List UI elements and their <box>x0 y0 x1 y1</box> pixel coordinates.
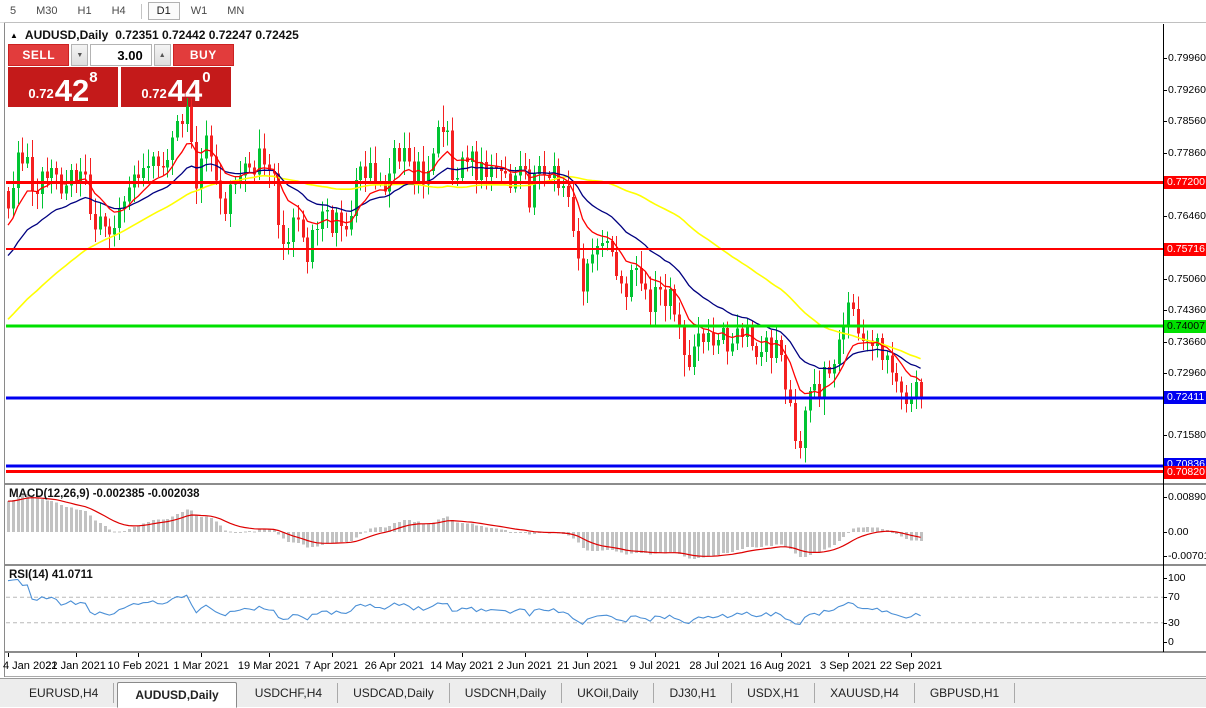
price-tick-mark <box>1163 279 1167 280</box>
dateaxis-bottom-border <box>5 676 1206 677</box>
date-tick-mark <box>655 653 656 657</box>
price-tick-label: 0.74360 <box>1168 304 1206 316</box>
price-tag-0.72411[interactable]: 0.72411 <box>1164 391 1206 404</box>
price-tick-label: 0.79260 <box>1168 84 1206 96</box>
price-tick-label: 0.77860 <box>1168 147 1206 159</box>
price-macd-divider[interactable] <box>5 483 1206 485</box>
date-tick-mark <box>718 653 719 657</box>
date-tick-label: 22 Sep 2021 <box>866 660 956 672</box>
hline-0.70820[interactable] <box>6 470 1163 473</box>
chart-window-top-border <box>4 22 1206 23</box>
chart-tab-usdx-h1[interactable]: USDX,H1 <box>732 683 815 703</box>
rsi-tick-label: 70 <box>1168 591 1180 603</box>
macd-rsi-divider[interactable] <box>5 564 1206 566</box>
timeframe-button-h1[interactable]: H1 <box>69 2 101 20</box>
price-tag-0.75716[interactable]: 0.75716 <box>1164 243 1206 256</box>
timeframe-toolbar: 5M30H1H4 D1W1MN <box>0 0 1206 23</box>
price-tag-0.77200[interactable]: 0.77200 <box>1164 176 1206 189</box>
price-tick-label: 0.73660 <box>1168 336 1206 348</box>
rsi-tick-label: 0 <box>1168 636 1174 648</box>
chart-tab-xauusd-h4[interactable]: XAUUSD,H4 <box>815 683 915 703</box>
chart-tab-audusd-daily[interactable]: AUDUSD,Daily <box>117 682 236 708</box>
price-tick-mark <box>1163 373 1167 374</box>
macd-tick-label: 0.00890 <box>1168 491 1206 503</box>
price-tick-mark <box>1163 342 1167 343</box>
mt4-terminal: { "toolbar": { "timeframes_left": ["5","… <box>0 0 1206 707</box>
price-axis-border <box>1163 24 1164 652</box>
hline-0.77200[interactable] <box>6 181 1163 184</box>
chart-tab-gbpusd-h1[interactable]: GBPUSD,H1 <box>915 683 1015 703</box>
macd-tick-mark <box>1163 532 1167 533</box>
macd-tick-mark <box>1163 497 1167 498</box>
chart-tab-usdcad-daily[interactable]: USDCAD,Daily <box>338 683 450 703</box>
horizontal-lines <box>6 181 1163 473</box>
date-tick-mark <box>76 653 77 657</box>
timeframe-button-h4[interactable]: H4 <box>103 2 135 20</box>
date-tick-mark <box>201 653 202 657</box>
macd-tick-mark <box>1163 556 1167 557</box>
date-tick-mark <box>587 653 588 657</box>
toolbar-divider <box>141 4 142 19</box>
date-tick-mark <box>394 653 395 657</box>
macd-label: MACD(12,26,9) -0.002385 -0.002038 <box>9 488 200 500</box>
timeframe-button-m30[interactable]: M30 <box>27 2 66 20</box>
price-tick-label: 0.76460 <box>1168 210 1206 222</box>
hline-0.72411[interactable] <box>6 396 1163 399</box>
timeframe-button-mn[interactable]: MN <box>218 2 253 20</box>
hline-0.75716[interactable] <box>6 248 1163 250</box>
price-tick-label: 0.72960 <box>1168 367 1206 379</box>
chart-tab-usdcnh-daily[interactable]: USDCNH,Daily <box>450 683 562 703</box>
chart-tab-ukoil-daily[interactable]: UKOil,Daily <box>562 683 654 703</box>
price-tick-mark <box>1163 216 1167 217</box>
rsi-tick-mark <box>1163 578 1167 579</box>
timeframe-button-d1[interactable]: D1 <box>148 2 180 20</box>
date-tick-mark <box>269 653 270 657</box>
date-tick-mark <box>781 653 782 657</box>
chart-window-left-border <box>4 22 5 677</box>
price-tick-label: 0.78560 <box>1168 115 1206 127</box>
price-tick-mark <box>1163 435 1167 436</box>
price-tick-mark <box>1163 90 1167 91</box>
timeframe-button-5[interactable]: 5 <box>1 2 25 20</box>
chart-tab-bar: EURUSD,H4AUDUSD,DailyUSDCHF,H4USDCAD,Dai… <box>0 678 1206 707</box>
price-tick-mark <box>1163 121 1167 122</box>
timeframe-button-w1[interactable]: W1 <box>182 2 217 20</box>
price-tick-label: 0.71580 <box>1168 429 1206 441</box>
date-tick-mark <box>911 653 912 657</box>
price-tag-0.74007[interactable]: 0.74007 <box>1164 320 1206 333</box>
price-tag-0.70820[interactable]: 0.70820 <box>1164 466 1206 479</box>
rsi-tick-label: 30 <box>1168 617 1180 629</box>
rsi-tick-label: 100 <box>1168 572 1186 584</box>
chart-tab-usdchf-h4[interactable]: USDCHF,H4 <box>240 683 338 703</box>
price-chart-canvas[interactable] <box>6 24 1163 483</box>
macd-tick-label: 0.00 <box>1168 526 1188 538</box>
date-tick-mark <box>332 653 333 657</box>
price-tick-mark <box>1163 153 1167 154</box>
date-tick-mark <box>8 653 9 657</box>
hline-0.70836[interactable] <box>6 464 1163 467</box>
macd-tick-label: -0.00701 <box>1168 550 1206 562</box>
date-tick-mark <box>848 653 849 657</box>
rsi-tick-mark <box>1163 642 1167 643</box>
date-tick-mark <box>138 653 139 657</box>
rsi-indicator-canvas[interactable] <box>6 567 1163 651</box>
date-tick-mark <box>525 653 526 657</box>
price-tick-mark <box>1163 310 1167 311</box>
price-tick-label: 0.79960 <box>1168 52 1206 64</box>
rsi-label: RSI(14) 41.0711 <box>9 569 93 581</box>
hline-0.74007[interactable] <box>6 325 1163 328</box>
chart-tab-eurusd-h4[interactable]: EURUSD,H4 <box>14 683 114 703</box>
rsi-tick-mark <box>1163 623 1167 624</box>
rsi-dateaxis-divider <box>5 651 1206 653</box>
chart-tab-dj30-h1[interactable]: DJ30,H1 <box>654 683 732 703</box>
price-tick-label: 0.75060 <box>1168 273 1206 285</box>
date-tick-mark <box>462 653 463 657</box>
price-tick-mark <box>1163 58 1167 59</box>
rsi-tick-mark <box>1163 597 1167 598</box>
